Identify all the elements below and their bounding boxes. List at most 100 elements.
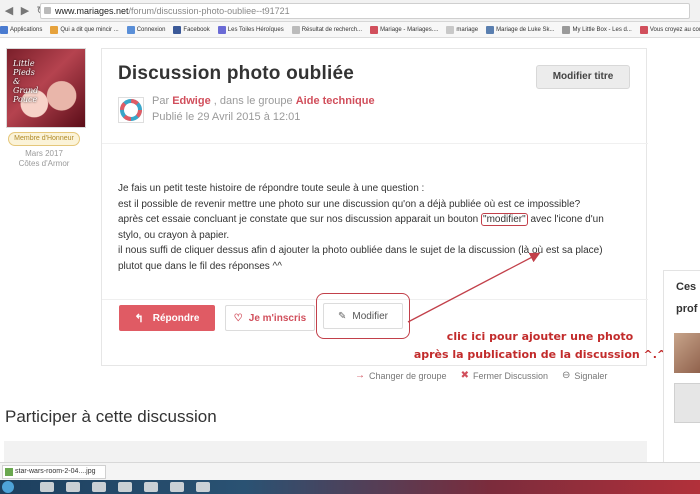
bookmark-item[interactable]: Qui a dit que mincir ...: [50, 25, 119, 34]
sidebar-heading-2: prof: [676, 303, 698, 315]
back-icon[interactable]: ◀: [2, 4, 16, 18]
group-link[interactable]: Aide technique: [296, 95, 375, 107]
bookmark-item[interactable]: Applications: [0, 25, 43, 34]
taskbar-app-icon[interactable]: [144, 482, 158, 492]
body-paragraph: est il possible de revenir mettre une ph…: [118, 198, 581, 210]
group-prefix: , dans le groupe: [213, 95, 293, 107]
bookmark-item[interactable]: Connexion: [126, 25, 166, 34]
download-item[interactable]: star-wars-room-2-04....jpg: [2, 465, 106, 479]
bookmark-label: Qui a dit que mincir ...: [60, 26, 119, 33]
page-title: Discussion photo oubliée: [118, 63, 354, 84]
right-sidebar: Ces prof: [663, 270, 700, 470]
taskbar-app-icon[interactable]: [118, 482, 132, 492]
bookmarks-bar: Applications Qui a dit que mincir ... Conn…: [0, 22, 700, 38]
bookmark-item[interactable]: mariage: [446, 25, 479, 34]
bookmark-item[interactable]: Vous croyez au cou...: [639, 25, 700, 34]
url-host: www.mariages.net: [55, 6, 129, 16]
bookmark-label: mariage: [456, 26, 479, 33]
published-date: Publié le 29 Avril 2015 à 12:01: [152, 111, 301, 123]
downloads-bar: star-wars-room-2-04....jpg: [0, 462, 700, 480]
page-icon: [44, 7, 51, 14]
close-icon: ✖: [460, 370, 469, 381]
bookmark-item[interactable]: My Little Box - Les d...: [562, 25, 632, 34]
taskbar-app-icon[interactable]: [92, 482, 106, 492]
annotation-line: clic ici pour ajouter une photo: [446, 330, 634, 343]
forward-icon[interactable]: ▶: [18, 4, 32, 18]
bookmark-label: Résultat de recherch...: [301, 26, 363, 33]
taskbar-app-icon[interactable]: [170, 482, 184, 492]
bookmark-icon: [486, 25, 495, 34]
bookmark-icon: [291, 25, 300, 34]
bookmark-label: Connexion: [136, 26, 166, 33]
report-link[interactable]: ⊖ Signaler: [562, 370, 607, 381]
heart-icon: ♡: [233, 312, 243, 324]
report-label: Signaler: [574, 370, 608, 381]
highlighted-modifier-word: "modifier": [481, 213, 528, 226]
author-link[interactable]: Edwige: [172, 95, 211, 107]
bookmark-label: Mariage de Luke Sk...: [496, 26, 555, 33]
pencil-icon: ✎: [338, 310, 347, 322]
bookmark-label: Facebook: [183, 26, 210, 33]
reply-icon: ↰: [134, 312, 144, 325]
bookmark-label: My Little Box - Les d...: [572, 26, 632, 33]
bookmark-icon: [217, 25, 226, 34]
annotation-text: clic ici pour ajouter une photo après la…: [412, 328, 668, 364]
taskbar-app-icon[interactable]: [40, 482, 54, 492]
arrow-right-icon: →: [355, 370, 365, 381]
body-paragraph: Je fais un petit teste histoire de répon…: [118, 183, 425, 194]
divider: [102, 143, 648, 144]
bookmark-icon: [370, 25, 379, 34]
avatar-caption: Little Pieds & Grand Pouce: [13, 59, 39, 104]
sidebar-heading: Ces: [676, 281, 697, 293]
subscribe-button[interactable]: ♡ Je m'inscris: [225, 305, 315, 331]
reply-button[interactable]: ↰ Répondre: [119, 305, 215, 331]
address-bar[interactable]: www.mariages.net/forum/discussion-photo-…: [40, 3, 690, 19]
taskbar-app-icon[interactable]: [196, 482, 210, 492]
url-path: /forum/discussion-photo-oubliee--t91721: [128, 6, 290, 16]
bookmark-item[interactable]: Facebook: [173, 25, 210, 34]
body-text-fragment: après cet essaie concluant je constate q…: [118, 214, 482, 225]
change-group-link[interactable]: → Changer de groupe: [355, 370, 447, 381]
close-discussion-link[interactable]: ✖ Fermer Discussion: [461, 370, 548, 381]
start-button-icon[interactable]: [2, 481, 14, 493]
image-file-icon: [5, 468, 13, 476]
lifebuoy-icon: [120, 99, 142, 121]
bookmark-label: Mariage - Mariages....: [380, 26, 439, 33]
group-avatar[interactable]: [118, 97, 144, 123]
profile-thumbnail[interactable]: [674, 383, 700, 423]
annotation-line: après la publication de la discussion ^.…: [413, 348, 667, 361]
change-group-label: Changer de groupe: [369, 370, 447, 381]
bookmark-icon: [639, 25, 648, 34]
bookmark-icon: [173, 25, 182, 34]
bookmark-item[interactable]: Résultat de recherch...: [291, 25, 363, 34]
discussion-actions: → Changer de groupe ✖ Fermer Discussion ⊖ S…: [355, 370, 607, 381]
browser-toolbar: ◀ ▶ ↻ www.mariages.net/forum/discussion-…: [0, 0, 700, 22]
edit-title-button[interactable]: Modifier titre: [536, 65, 630, 89]
bookmark-label: Les Toiles Héroïques: [227, 26, 284, 33]
download-filename: star-wars-room-2-04....jpg: [15, 468, 96, 475]
bookmark-icon: [446, 25, 455, 34]
bookmark-item[interactable]: Mariage - Mariages....: [370, 25, 439, 34]
profile-thumbnail[interactable]: [674, 333, 700, 373]
by-prefix: Par: [152, 95, 170, 107]
author-avatar[interactable]: Little Pieds & Grand Pouce: [6, 48, 86, 128]
body-paragraph: il nous suffi de cliquer dessus afin d a…: [118, 245, 603, 272]
bookmark-icon: [126, 25, 135, 34]
taskbar: [0, 480, 700, 494]
close-discussion-label: Fermer Discussion: [472, 370, 548, 381]
discussion-card: Discussion photo oubliée Modifier titre …: [101, 48, 648, 366]
taskbar-app-icon[interactable]: [66, 482, 80, 492]
member-location: Côtes d'Armor: [18, 159, 70, 168]
member-since: Mars 2017: [25, 149, 63, 158]
subscribe-button-label: Je m'inscris: [248, 312, 307, 324]
page: ◀ ▶ ↻ www.mariages.net/forum/discussion-…: [0, 0, 700, 494]
author-line: Par Edwige , dans le groupe Aide techniq…: [152, 95, 375, 107]
bookmark-label: Vous croyez au cou...: [649, 26, 700, 33]
edit-post-button[interactable]: ✎ Modifier: [323, 303, 403, 329]
body-paragraph: après cet essaie concluant je constate q…: [118, 212, 616, 243]
bookmark-label: Applications: [10, 26, 43, 33]
bookmark-icon: [0, 25, 8, 34]
bookmark-item[interactable]: Mariage de Luke Sk...: [486, 25, 555, 34]
bookmark-icon: [562, 25, 571, 34]
bookmark-item[interactable]: Les Toiles Héroïques: [217, 25, 284, 34]
